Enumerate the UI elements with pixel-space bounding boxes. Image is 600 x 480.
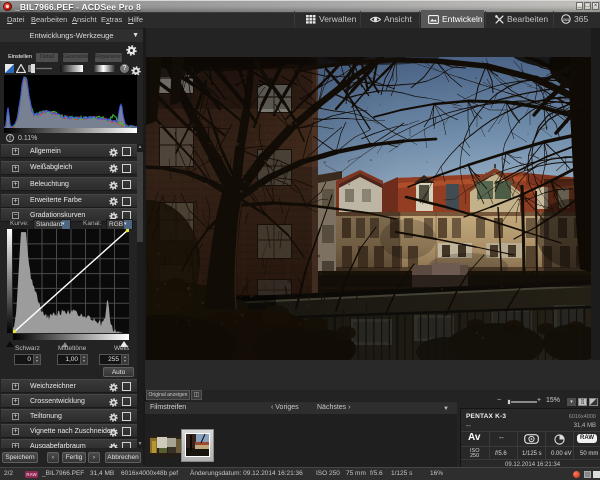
- svg-text:365: 365: [563, 17, 570, 22]
